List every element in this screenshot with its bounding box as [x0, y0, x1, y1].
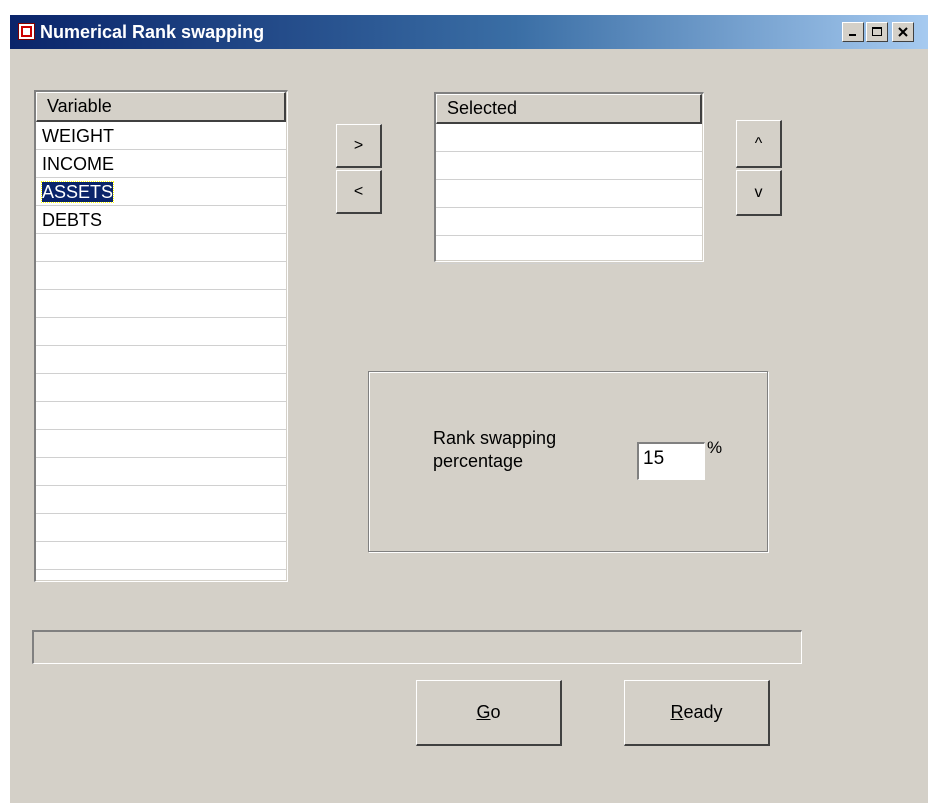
percent-sign: %: [707, 438, 723, 457]
rank-swapping-label: Rank swapping percentage: [433, 427, 556, 473]
empty-row[interactable]: [36, 234, 286, 262]
empty-row[interactable]: [36, 290, 286, 318]
maximize-button[interactable]: [866, 22, 888, 42]
rank-label-line1: Rank swapping: [433, 428, 557, 448]
move-up-button[interactable]: ^: [736, 120, 782, 168]
list-item[interactable]: DEBTS: [36, 206, 286, 234]
minimize-button[interactable]: [842, 22, 864, 42]
variable-listbox-frame: Variable WEIGHT INCOME ASSETS DEBTS: [34, 90, 288, 582]
empty-row[interactable]: [436, 124, 702, 152]
ready-button[interactable]: Ready: [624, 680, 770, 746]
empty-row[interactable]: [36, 374, 286, 402]
selected-listbox[interactable]: Selected: [436, 94, 702, 264]
rank-swapping-group: Rank swapping percentage %: [368, 371, 768, 552]
minimize-icon: [849, 34, 856, 36]
list-item-label: INCOME: [42, 154, 114, 174]
empty-row[interactable]: [36, 486, 286, 514]
selected-listbox-frame: Selected: [434, 92, 704, 264]
empty-row[interactable]: [436, 152, 702, 180]
add-variable-button[interactable]: >: [336, 124, 382, 168]
empty-row[interactable]: [436, 180, 702, 208]
empty-row[interactable]: [36, 346, 286, 374]
list-item-label: DEBTS: [42, 210, 103, 230]
progress-bar: [32, 630, 802, 664]
ready-button-label: Ready: [670, 702, 723, 722]
close-button[interactable]: [892, 22, 914, 42]
rank-label-line2: percentage: [433, 451, 524, 471]
maximize-icon: [872, 27, 882, 36]
empty-row[interactable]: [36, 430, 286, 458]
move-down-button[interactable]: v: [736, 170, 782, 216]
variable-listbox[interactable]: Variable WEIGHT INCOME ASSETS DEBTS: [36, 92, 286, 580]
app-icon: [18, 23, 35, 40]
empty-row[interactable]: [36, 542, 286, 570]
empty-row[interactable]: [436, 208, 702, 236]
list-item-label: WEIGHT: [42, 126, 114, 146]
percentage-input-frame: [637, 442, 705, 480]
list-item[interactable]: INCOME: [36, 150, 286, 178]
percentage-input[interactable]: [639, 444, 701, 474]
list-item[interactable]: ASSETS: [36, 178, 286, 206]
empty-row[interactable]: [36, 318, 286, 346]
selected-column-header[interactable]: Selected: [436, 94, 702, 124]
empty-row[interactable]: [36, 402, 286, 430]
list-item-label: ASSETS: [40, 181, 115, 203]
remove-variable-button[interactable]: <: [336, 170, 382, 214]
go-button-label: Go: [476, 702, 501, 722]
list-item[interactable]: WEIGHT: [36, 122, 286, 150]
variable-column-header[interactable]: Variable: [36, 92, 286, 122]
empty-row[interactable]: [36, 458, 286, 486]
empty-row[interactable]: [36, 514, 286, 542]
empty-row[interactable]: [436, 236, 702, 264]
empty-row[interactable]: [36, 262, 286, 290]
window-title: Numerical Rank swapping: [40, 22, 265, 42]
close-icon: [898, 27, 908, 37]
go-button[interactable]: Go: [416, 680, 562, 746]
